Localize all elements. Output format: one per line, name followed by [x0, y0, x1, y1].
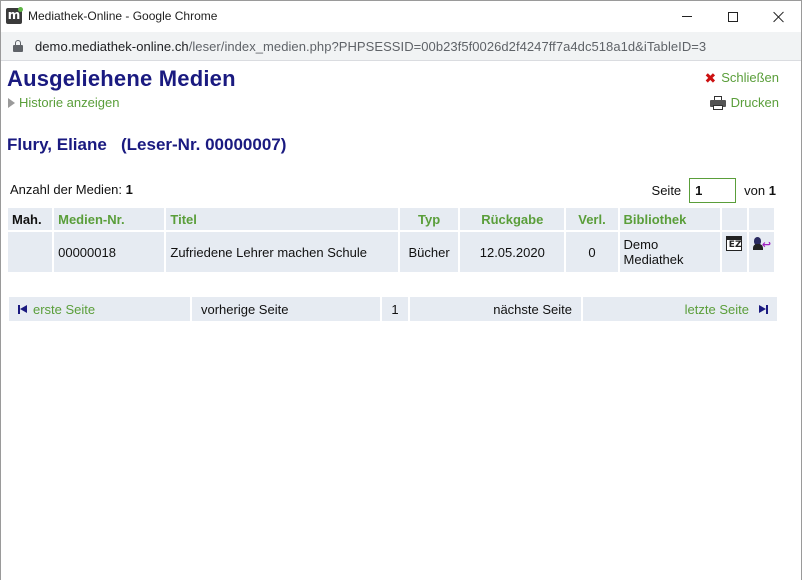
url-host: demo.mediathek-online.ch — [35, 39, 189, 54]
current-page-number: 1 — [381, 296, 409, 322]
history-link[interactable]: Historie anzeigen — [8, 95, 119, 110]
page-content: Ausgeliehene Medien Historie anzeigen ✖ … — [1, 62, 801, 580]
cell-typ: Bücher — [400, 232, 459, 272]
media-table: Mah. Medien-Nr. Titel Typ Rückgabe Verl.… — [6, 208, 776, 272]
last-page-label: letzte Seite — [684, 301, 749, 317]
col-medien-nr[interactable]: Medien-Nr. — [54, 208, 165, 232]
col-action-2 — [748, 208, 774, 232]
history-link-label: Historie anzeigen — [19, 95, 120, 110]
title-bar: m Mediathek-Online - Google Chrome — [1, 1, 801, 32]
col-action-1 — [721, 208, 747, 232]
skip-last-icon — [759, 304, 768, 314]
col-verl[interactable]: Verl. — [566, 208, 618, 232]
minimize-icon — [682, 16, 692, 17]
pagination-bar: erste Seite vorherige Seite 1 nächste Se… — [8, 296, 778, 322]
cell-mah — [8, 232, 53, 272]
cell-extend: EZ — [721, 232, 747, 272]
col-titel[interactable]: Titel — [166, 208, 398, 232]
printer-icon — [709, 95, 726, 110]
page-of: von 1 — [744, 183, 776, 198]
person-return-icon[interactable]: ↩ — [752, 236, 771, 251]
maximize-icon — [728, 11, 738, 22]
print-link[interactable]: Drucken — [709, 95, 779, 110]
reader-heading: Flury, Eliane (Leser-Nr. 00000007) — [7, 135, 286, 155]
close-link[interactable]: ✖ Schließen — [704, 70, 779, 85]
skip-first-icon — [18, 304, 27, 314]
minimize-button[interactable] — [664, 1, 710, 32]
previous-page-cell: vorherige Seite — [191, 296, 381, 322]
first-page-label: erste Seite — [33, 301, 96, 317]
url-text[interactable]: demo.mediathek-online.ch/leser/index_med… — [35, 39, 706, 54]
reader-name: Flury, Eliane — [7, 135, 107, 154]
first-page-link[interactable]: erste Seite — [8, 296, 191, 322]
print-link-label: Drucken — [730, 95, 779, 110]
app-logo-icon: m — [6, 7, 23, 24]
close-link-label: Schließen — [721, 70, 779, 85]
app-logo-dot — [18, 7, 23, 12]
cell-bibliothek: Demo Mediathek — [619, 232, 720, 272]
calendar-icon-text: EZ — [728, 240, 742, 250]
maximize-button[interactable] — [710, 1, 756, 32]
calendar-extend-icon[interactable]: EZ — [725, 236, 742, 251]
address-bar[interactable]: demo.mediathek-online.ch/leser/index_med… — [1, 32, 801, 61]
url-path: /leser/index_medien.php?PHPSESSID=00b23f… — [188, 39, 707, 54]
page-title: Ausgeliehene Medien — [7, 66, 236, 91]
close-window-icon — [773, 11, 785, 23]
reader-number: (Leser-Nr. 00000007) — [121, 135, 287, 154]
col-bibliothek[interactable]: Bibliothek — [619, 208, 720, 232]
close-window-button[interactable] — [756, 1, 802, 32]
media-count-label: Anzahl der Medien: — [10, 182, 123, 197]
window-title: Mediathek-Online - Google Chrome — [28, 9, 218, 23]
page-selector: Seite von 1 — [652, 178, 776, 203]
cell-verl: 0 — [566, 232, 618, 272]
lock-icon[interactable] — [13, 40, 23, 52]
table-row: 00000018 Zufriedene Lehrer machen Schule… — [8, 232, 774, 272]
media-count-value: 1 — [125, 182, 133, 197]
last-page-link[interactable]: letzte Seite — [582, 296, 778, 322]
col-typ[interactable]: Typ — [400, 208, 459, 232]
triangle-right-icon — [8, 97, 15, 108]
next-page-cell: nächste Seite — [409, 296, 582, 322]
table-header-row: Mah. Medien-Nr. Titel Typ Rückgabe Verl.… — [8, 208, 774, 232]
page-of-label: von — [744, 183, 766, 198]
page-total: 1 — [768, 183, 776, 198]
cell-return: ↩ — [748, 232, 774, 272]
col-mah[interactable]: Mah. — [8, 208, 53, 232]
cell-titel: Zufriedene Lehrer machen Schule — [166, 232, 398, 272]
page-number-input[interactable] — [689, 178, 737, 203]
cell-medien-nr: 00000018 — [54, 232, 165, 272]
browser-window: m Mediathek-Online - Google Chrome demo.… — [0, 0, 802, 580]
cell-rueckgabe: 12.05.2020 — [460, 232, 565, 272]
col-rueckgabe[interactable]: Rückgabe — [460, 208, 565, 232]
close-x-icon: ✖ — [704, 69, 717, 86]
media-count: Anzahl der Medien: 1 — [10, 182, 133, 197]
page-label: Seite — [651, 183, 682, 198]
